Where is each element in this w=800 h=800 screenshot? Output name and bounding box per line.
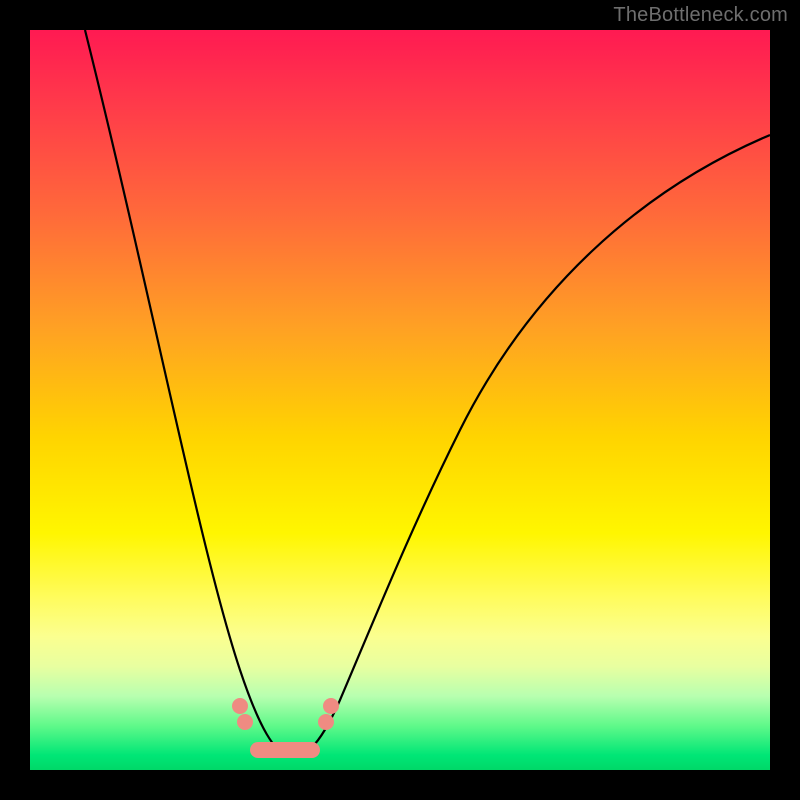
watermark-text: TheBottleneck.com (613, 4, 788, 27)
curve-path (85, 30, 770, 757)
chart-frame: TheBottleneck.com (0, 0, 800, 800)
plot-area (30, 30, 770, 770)
curve-markers (232, 698, 339, 758)
bottleneck-curve (30, 30, 770, 770)
